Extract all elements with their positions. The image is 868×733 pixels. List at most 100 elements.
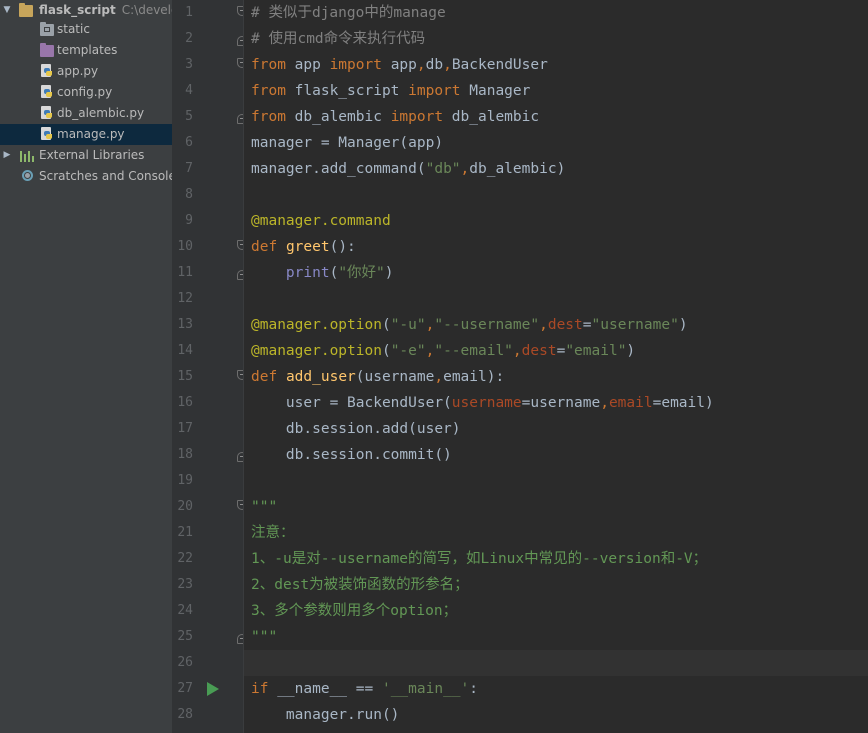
code-token: , [416,57,426,73]
gutter-line: 16 [172,390,244,416]
tree-item-manage-py[interactable]: manage.py [0,124,172,145]
code-token: email [608,395,653,411]
code-line[interactable]: """ [244,624,868,650]
code-line[interactable] [244,286,868,312]
code-line[interactable]: def add_user(username,email): [244,364,868,390]
gutter-line: 7 [172,156,244,182]
code-token: email): [443,369,505,385]
code-line[interactable] [244,468,868,494]
code-token: , [600,395,609,411]
tree-item-app-py[interactable]: app.py [0,61,172,82]
tree-item-label: db_alembic.py [57,106,145,120]
gutter-line: 9 [172,208,244,234]
chevron-down-icon[interactable]: ▼ [2,0,12,21]
line-number: 22 [177,551,193,566]
code-line[interactable]: 注意： [244,520,868,546]
code-token: 3、多个参数则用多个option； [251,603,458,619]
libraries-icon [20,150,34,162]
code-line[interactable]: 3、多个参数则用多个option； [244,598,868,624]
code-token: ) [384,265,394,281]
code-token: """ [251,499,278,515]
code-line[interactable]: @manager.option("-e","--email",dest="ema… [244,338,868,364]
line-number: 17 [177,421,193,436]
code-token: from [251,109,286,125]
code-token: , [512,343,522,359]
code-line[interactable]: from app import app,db,BackendUser [244,52,868,78]
gutter-line: 23 [172,572,244,598]
code-line[interactable]: user = BackendUser(username=username,ema… [244,390,868,416]
code-line[interactable]: def greet(): [244,234,868,260]
code-token: , [539,317,548,333]
tree-item-static[interactable]: static [0,19,172,40]
tree-item-external-libraries[interactable]: ▶ External Libraries [0,145,172,166]
line-number: 19 [177,473,193,488]
line-number: 24 [177,603,193,618]
line-number: 10 [177,239,193,254]
gutter-line: 2 [172,26,247,52]
code-line[interactable] [244,650,868,676]
code-token: 注意： [251,525,295,541]
gutter-line: 11 [172,260,247,286]
code-token: username [451,395,522,411]
code-line[interactable]: # 使用cmd命令来执行代码 [244,26,868,52]
tree-item-db-alembic-py[interactable]: db_alembic.py [0,103,172,124]
gutter-line: 5 [172,104,247,130]
code-line[interactable]: 1、-u是对--username的简写，如Linux中常见的--version和… [244,546,868,572]
line-number: 25 [177,629,193,644]
code-token: def [251,369,278,385]
code-token: db [425,57,444,73]
tree-item-templates[interactable]: templates [0,40,172,61]
gutter-line: 8 [172,182,244,208]
code-token: =username [521,395,601,411]
code-line[interactable]: from flask_script import Manager [244,78,868,104]
run-icon[interactable] [207,682,219,696]
tree-item-label: config.py [57,85,113,99]
scratches-icon [21,169,35,183]
code-editor[interactable]: # 类似于django中的manage # 使用cmd命令来执行代码 from ap… [244,0,868,733]
code-line[interactable]: print("你好") [244,260,868,286]
gutter-line: 15 [172,364,247,390]
code-line[interactable]: @manager.option("-u","--username",dest="… [244,312,868,338]
tree-item-label: manage.py [57,127,125,141]
code-line[interactable]: manager = Manager(app) [244,130,868,156]
code-line[interactable]: manager.run() [244,702,868,728]
code-token: "你好" [338,265,385,281]
tree-item-scratches[interactable]: Scratches and Consoles [0,166,172,187]
gutter-line: 24 [172,598,244,624]
code-line[interactable]: db.session.add(user) [244,416,868,442]
line-number: 21 [177,525,193,540]
gutter-line: 19 [172,468,244,494]
code-token: "email" [565,343,627,359]
tree-item-config-py[interactable]: config.py [0,82,172,103]
code-token: = [556,343,566,359]
gutter-line: 21 [172,520,244,546]
code-line[interactable]: """ [244,494,868,520]
code-line[interactable] [244,182,868,208]
gutter-line: 22 [172,546,244,572]
tree-item-label: templates [57,43,118,57]
line-number: 8 [185,187,193,202]
code-token: ) [626,343,636,359]
code-line[interactable]: db.session.commit() [244,442,868,468]
code-line[interactable]: if __name__ == '__main__': [244,676,868,702]
gutter-line: 14 [172,338,244,364]
code-token: print [285,265,330,281]
code-line[interactable]: 2、dest为被装饰函数的形参名； [244,572,868,598]
line-number: 28 [177,707,193,722]
code-line[interactable]: manager.add_command("db",db_alembic) [244,156,868,182]
line-number: 15 [177,369,193,384]
line-number: 14 [177,343,193,358]
tree-root-label: flask_scriptC:\develop [39,0,172,21]
code-token: dest [547,317,583,333]
tree-root-flask-script[interactable]: ▼ flask_scriptC:\develop [0,0,172,21]
code-line[interactable]: from db_alembic import db_alembic [244,104,868,130]
tree-item-label: External Libraries [39,148,145,162]
chevron-right-icon[interactable]: ▶ [2,145,12,166]
code-token: : [469,681,479,697]
code-line[interactable]: # 类似于django中的manage [244,0,868,26]
gutter-line: 1 [172,0,247,26]
python-file-icon [41,85,53,99]
folder-static-icon [40,22,54,36]
code-line[interactable]: @manager.command [244,208,868,234]
